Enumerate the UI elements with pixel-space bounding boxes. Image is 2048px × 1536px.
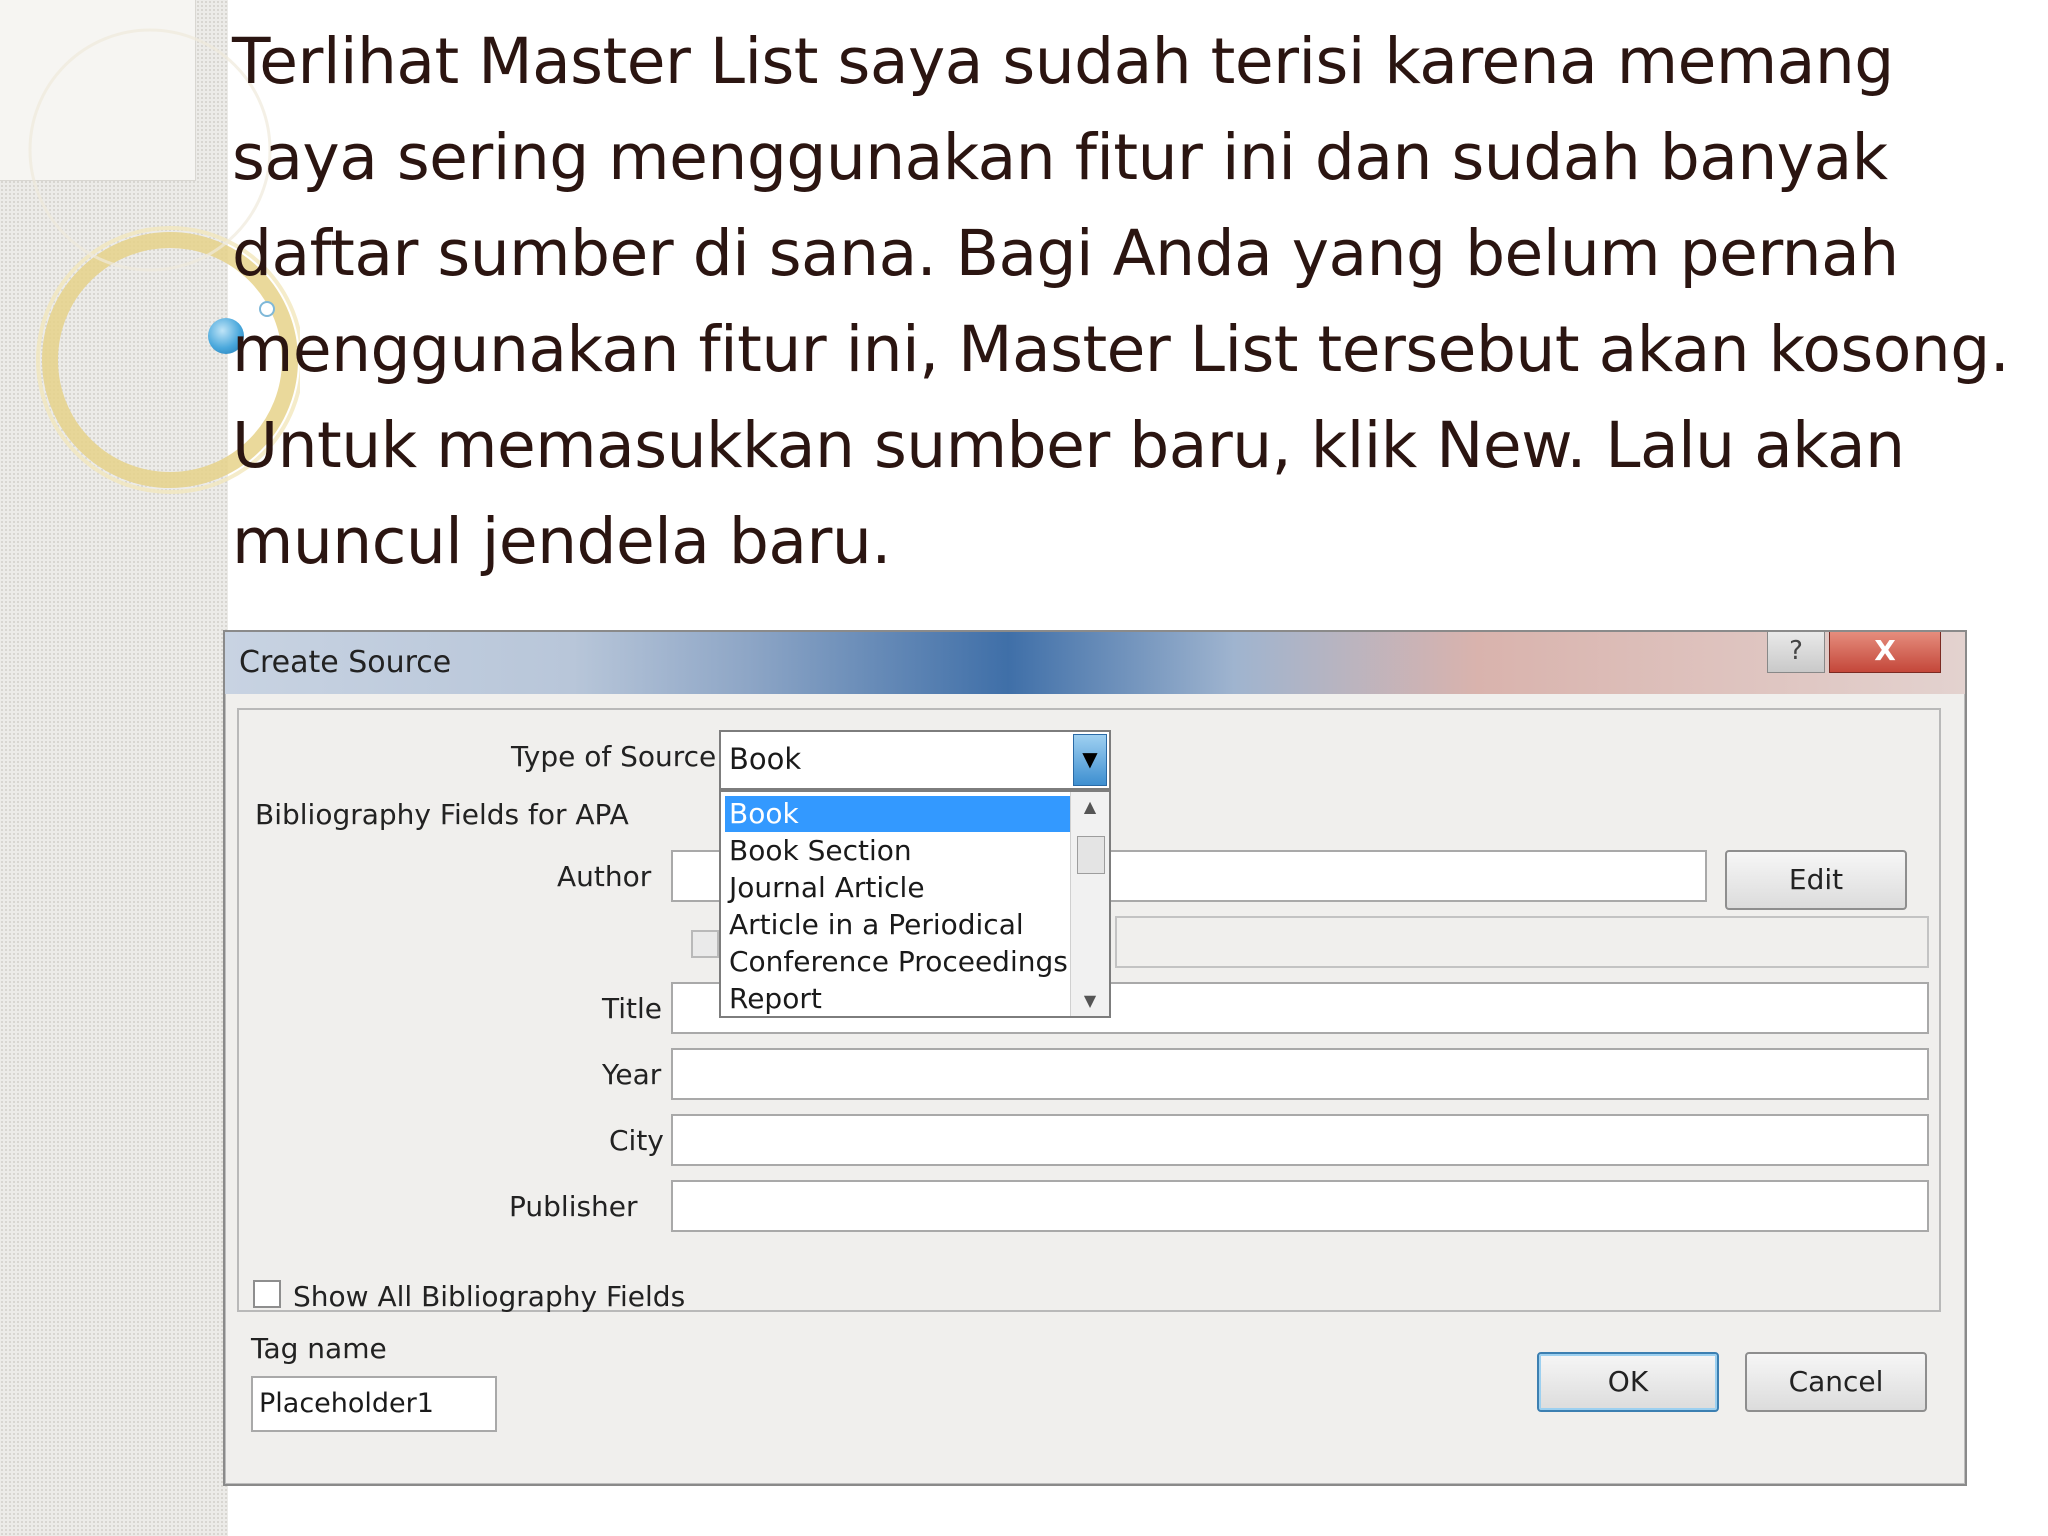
create-source-dialog: Create Source ? X Type of Source Book ▼ … — [223, 630, 1967, 1486]
city-label: City — [609, 1124, 664, 1157]
show-all-fields-checkbox[interactable] — [253, 1280, 281, 1308]
dialog-titlebar[interactable]: Create Source ? X — [225, 632, 1965, 694]
author-label: Author — [557, 860, 652, 893]
year-field[interactable] — [671, 1048, 1929, 1100]
type-of-source-value: Book — [729, 742, 802, 776]
slide-paragraph: Terlihat Master List saya sudah terisi k… — [232, 25, 2010, 578]
source-type-option[interactable]: Journal Article — [725, 870, 1071, 906]
bibliography-fields-group: Type of Source Book ▼ Book Book Section … — [237, 708, 1941, 1312]
dialog-title: Create Source — [239, 645, 452, 680]
show-all-fields-label[interactable]: Show All Bibliography Fields — [293, 1280, 685, 1313]
edit-button[interactable]: Edit — [1725, 850, 1907, 910]
tag-name-label: Tag name — [251, 1332, 387, 1365]
year-label: Year — [602, 1058, 662, 1091]
publisher-label: Publisher — [509, 1190, 638, 1223]
dropdown-scrollbar[interactable]: ▲ ▼ — [1070, 792, 1109, 1016]
chevron-down-icon[interactable]: ▼ — [1073, 734, 1107, 786]
source-type-option[interactable]: Book — [725, 796, 1071, 832]
source-type-option[interactable]: Book Section — [725, 833, 1071, 869]
title-label: Title — [602, 992, 663, 1025]
close-button[interactable]: X — [1829, 632, 1941, 673]
scroll-down-icon[interactable]: ▼ — [1071, 986, 1109, 1016]
bibliography-fields-label: Bibliography Fields for APA — [255, 798, 629, 831]
type-of-source-select[interactable]: Book ▼ — [719, 730, 1111, 790]
scroll-up-icon[interactable]: ▲ — [1071, 792, 1109, 822]
tag-name-input[interactable]: Placeholder1 — [251, 1376, 497, 1432]
help-button[interactable]: ? — [1767, 632, 1825, 673]
source-type-option[interactable]: Conference Proceedings — [725, 944, 1071, 980]
city-field[interactable] — [671, 1114, 1929, 1166]
source-type-option[interactable]: Report — [725, 981, 1071, 1017]
cancel-button[interactable]: Cancel — [1745, 1352, 1927, 1412]
type-of-source-label: Type of Source — [511, 740, 717, 773]
corporate-author-checkbox — [691, 930, 719, 958]
publisher-field[interactable] — [671, 1180, 1929, 1232]
scrollbar-thumb[interactable] — [1077, 836, 1105, 874]
corporate-author-field — [1115, 916, 1929, 968]
ok-button[interactable]: OK — [1537, 1352, 1719, 1412]
source-type-option[interactable]: Article in a Periodical — [725, 907, 1071, 943]
source-type-list[interactable]: Book Book Section Journal Article Articl… — [719, 790, 1111, 1018]
